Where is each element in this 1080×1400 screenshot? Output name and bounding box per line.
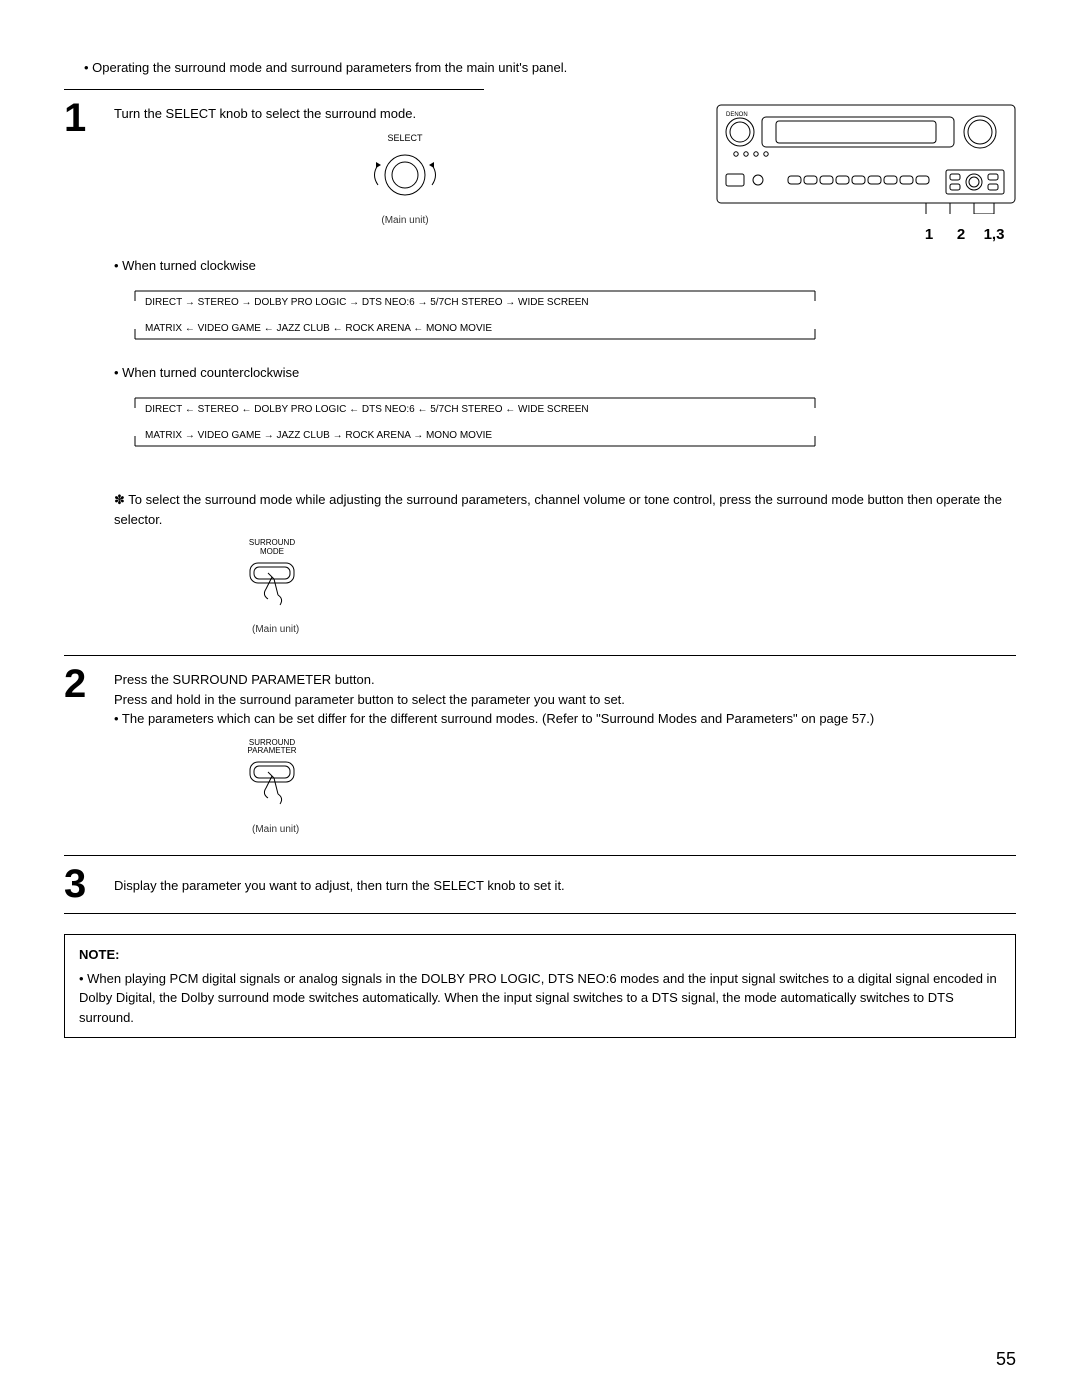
step-3: 3 Display the parameter you want to adju…	[64, 864, 1016, 906]
step2-line3: • The parameters which can be set differ…	[114, 709, 1016, 729]
select-knob-figure: SELECT (Main unit)	[114, 132, 696, 228]
step-number-2: 2	[64, 664, 114, 704]
front-panel-diagram: DENON	[716, 104, 1016, 246]
step-number-3: 3	[64, 864, 114, 904]
step-2: 2 Press the SURROUND PARAMETER button. P…	[64, 664, 1016, 847]
surround-parameter-button-figure: SURROUND PARAMETER (Main unit)	[244, 739, 1016, 837]
svg-text:MATRIX → VIDEO GAME → JAZZ CLU: MATRIX → VIDEO GAME → JAZZ CLUB → ROCK A…	[145, 430, 492, 441]
step2-line2: Press and hold in the surround parameter…	[114, 690, 1016, 710]
star-note: ✽ To select the surround mode while adju…	[114, 490, 1016, 529]
step2-line1: Press the SURROUND PARAMETER button.	[114, 670, 1016, 690]
step3-text: Display the parameter you want to adjust…	[114, 870, 1016, 906]
divider	[64, 655, 1016, 656]
surround-parameter-label: SURROUND PARAMETER	[244, 739, 300, 757]
svg-text:DENON: DENON	[726, 112, 748, 118]
note-box: NOTE: • When playing PCM digital signals…	[64, 934, 1016, 1038]
surround-mode-button-icon	[244, 559, 304, 611]
step-1: 1 Turn the SELECT knob to select the sur…	[64, 98, 1016, 647]
ccw-heading: • When turned counterclockwise	[114, 363, 1016, 383]
knob-label: SELECT	[114, 132, 696, 146]
note-body: • When playing PCM digital signals or an…	[79, 969, 1001, 1028]
flow-cw: DIRECT → STEREO → DOLBY PRO LOGIC → DTS …	[115, 287, 835, 343]
svg-text:DIRECT → STEREO → DOLBY PRO LO: DIRECT → STEREO → DOLBY PRO LOGIC → DTS …	[145, 297, 589, 308]
surround-mode-label: SURROUND MODE	[244, 539, 300, 557]
mode-caption: (Main unit)	[252, 622, 1016, 637]
page-number: 55	[996, 1349, 1016, 1370]
panel-callout-1: 1	[908, 224, 950, 247]
intro-text: • Operating the surround mode and surrou…	[84, 60, 1016, 75]
select-knob-icon	[369, 147, 441, 203]
step1-instruction: Turn the SELECT knob to select the surro…	[114, 104, 696, 124]
divider	[64, 913, 1016, 914]
surround-mode-button-figure: SURROUND MODE (Main unit)	[244, 539, 1016, 637]
flow-ccw: DIRECT ← STEREO ← DOLBY PRO LOGIC ← DTS …	[115, 394, 835, 450]
surround-parameter-button-icon	[244, 758, 304, 810]
divider	[64, 89, 484, 90]
step-number-1: 1	[64, 98, 114, 138]
panel-callout-3: 1,3	[972, 224, 1016, 247]
panel-callout-2: 2	[950, 224, 972, 247]
svg-text:MATRIX ← VIDEO GAME ← JAZZ CLU: MATRIX ← VIDEO GAME ← JAZZ CLUB ← ROCK A…	[145, 323, 492, 334]
cw-heading: • When turned clockwise	[114, 256, 1016, 276]
svg-text:DIRECT ← STEREO ← DOLBY PRO LO: DIRECT ← STEREO ← DOLBY PRO LOGIC ← DTS …	[145, 404, 589, 415]
divider	[64, 855, 1016, 856]
parameter-caption: (Main unit)	[252, 822, 1016, 837]
note-title: NOTE:	[79, 945, 1001, 965]
knob-caption: (Main unit)	[114, 213, 696, 228]
